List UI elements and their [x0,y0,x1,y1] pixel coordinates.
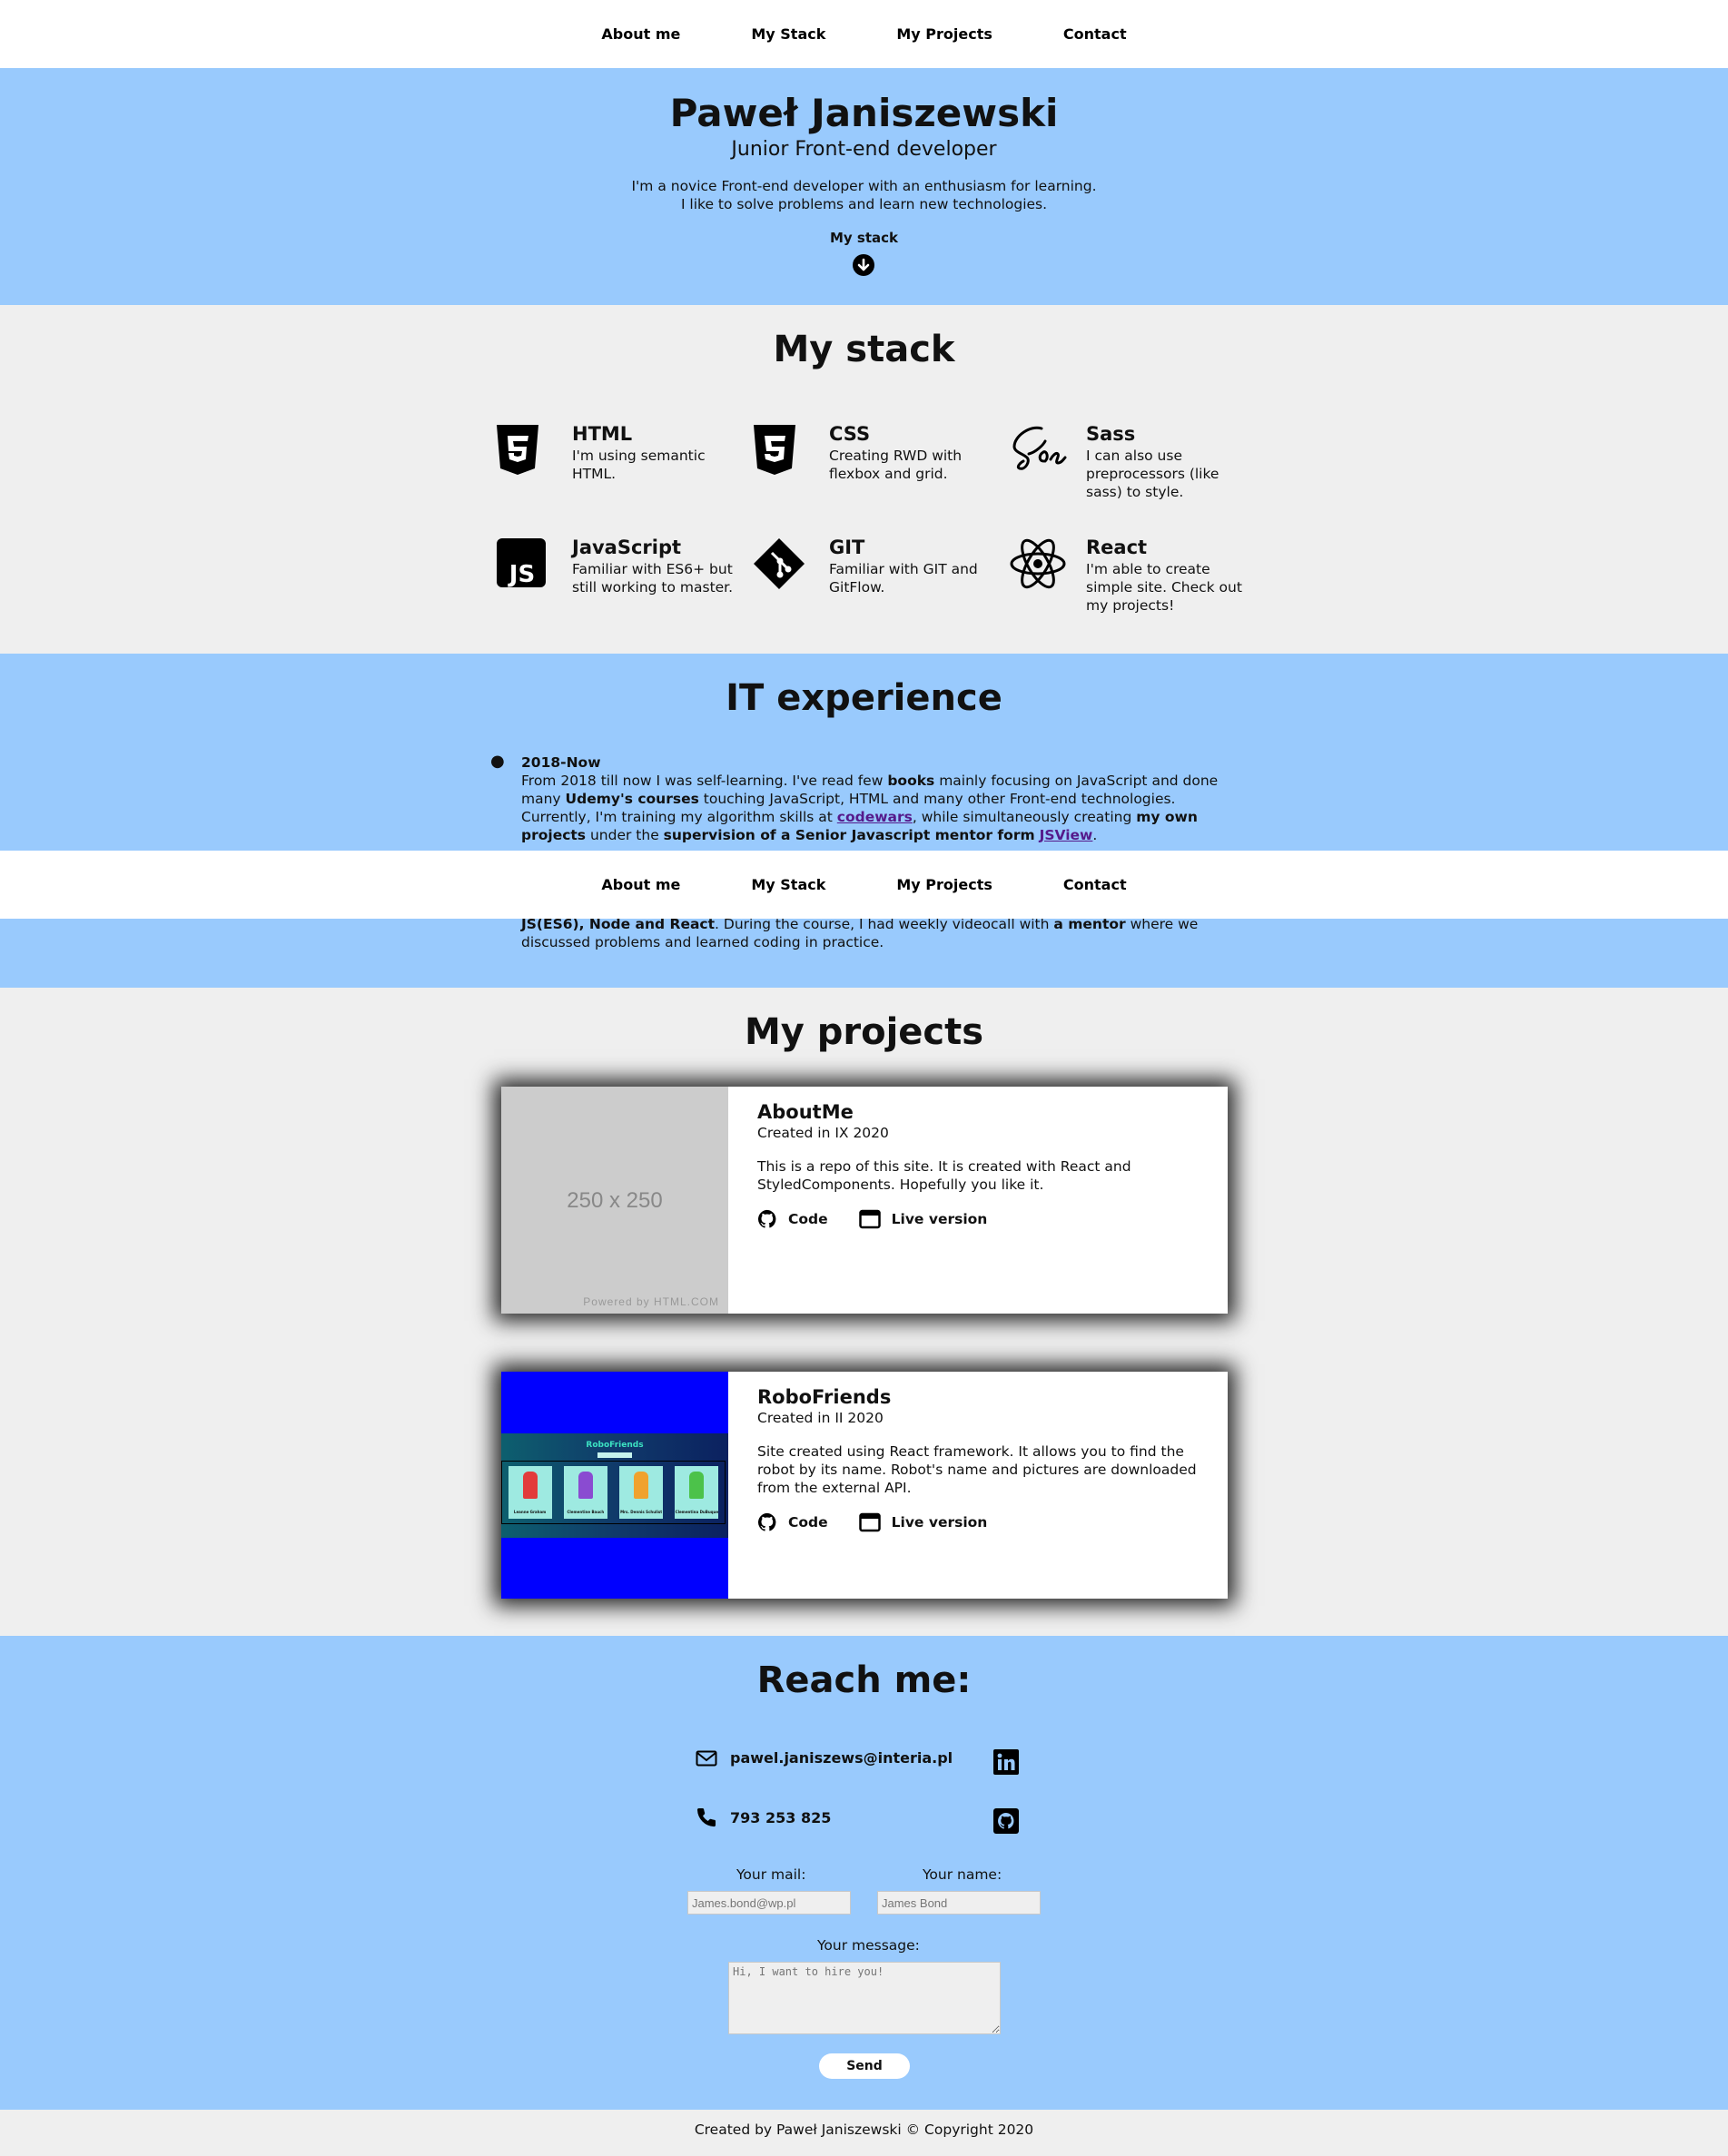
project-desc: This is a repo of this site. It is creat… [757,1158,1131,1193]
skill-name: GIT [829,537,865,558]
git-icon [752,537,808,593]
message-label: Your message: [817,1937,920,1954]
skill-name: React [1086,537,1148,558]
nav-my-stack[interactable]: My Stack [751,876,825,893]
footer-text: Created by Paweł Janiszewski © Copyright… [694,2122,1034,2138]
name-label: Your name: [923,1866,1002,1883]
js-icon: JS [495,537,551,593]
skill-desc: I'm using semantic HTML. [572,448,706,482]
github-icon[interactable] [757,1512,777,1532]
project-date: Created in II 2020 [757,1410,884,1426]
project-name: AboutMe [757,1101,854,1123]
project-links: Code Live version [757,1209,1018,1229]
preview-search-box [597,1452,632,1458]
codewars-link[interactable]: codewars [837,809,913,825]
robot-card: Mrs. Dennis Schulist [619,1466,664,1519]
nav-contact[interactable]: Contact [1063,25,1127,43]
robot-card: Clementina DuBuque [675,1466,719,1519]
react-icon [1009,537,1066,593]
skill-name: HTML [572,423,633,445]
experience-title: IT experience [726,677,1002,719]
name-input[interactable] [877,1891,1041,1915]
browser-window-icon[interactable] [858,1209,881,1229]
page-title: Paweł Janiszewski [669,91,1059,135]
mail-label: Your mail: [736,1866,806,1883]
contact-title: Reach me: [756,1659,972,1701]
robofriends-preview: RoboFriends Leanne Graham Clementine Bau… [501,1433,728,1538]
project-date: Created in IX 2020 [757,1125,889,1141]
email-address[interactable]: pawel.janiszews@interia.pl [730,1749,953,1767]
mail-input[interactable] [687,1891,851,1915]
project-thumbnail-placeholder: 250 x 250 Powered by HTML.COM [501,1087,728,1314]
projects-title: My projects [744,1011,984,1053]
preview-card-list: Leanne Graham Clementine Bauch Mrs. Denn… [501,1461,726,1524]
skill-desc: Familiar with ES6+ but still working to … [572,561,734,596]
intro-line-2: I like to solve problems and learn new t… [680,196,1048,212]
code-link[interactable]: Code [788,1514,828,1531]
skill-name: Sass [1086,423,1136,445]
nav-about-me[interactable]: About me [601,876,680,893]
project-card-robofriends: RoboFriends Leanne Graham Clementine Bau… [501,1372,1228,1599]
live-version-link[interactable]: Live version [892,1514,988,1531]
robot-card: Leanne Graham [508,1466,552,1519]
nav-contact[interactable]: Contact [1063,876,1127,893]
stack-title: My stack [773,329,955,370]
robot-card: Clementine Bauch [563,1466,607,1519]
message-textarea[interactable] [728,1962,1001,2034]
sticky-nav: About me My Stack My Projects Contact [0,851,1728,919]
intro-text: I'm a novice Front-end developer with an… [0,177,1728,213]
skill-desc: I'm able to create simple site. Check ou… [1086,561,1242,614]
experience-period: 2018-Now [521,754,601,771]
bullet-icon: ● [490,752,505,771]
jsview-link[interactable]: JSView [1040,827,1093,843]
svg-text:JS: JS [508,561,535,588]
nav-about-me[interactable]: About me [601,25,680,43]
arrow-down-circle-icon[interactable] [853,254,874,276]
linkedin-icon[interactable] [993,1749,1019,1778]
html5-icon [495,423,551,479]
sass-icon [1009,423,1067,479]
phone-row: 793 253 825 [696,1807,831,1828]
skill-desc: Creating RWD with flexbox and grid. [829,448,963,482]
email-row: pawel.janiszews@interia.pl [696,1749,953,1767]
project-screenshot: RoboFriends Leanne Graham Clementine Bau… [501,1372,728,1599]
github-square-icon[interactable] [993,1808,1019,1837]
phone-number: 793 253 825 [730,1808,832,1826]
skill-desc: Familiar with GIT and GitFlow. [829,561,978,596]
my-stack-link[interactable]: My stack [0,230,1728,246]
phone-icon [696,1808,716,1827]
live-version-link[interactable]: Live version [892,1211,988,1227]
skill-name: JavaScript [572,537,682,558]
contact-section [0,1636,1728,2110]
nav-my-projects[interactable]: My Projects [896,876,992,893]
envelope-icon [696,1750,717,1766]
nav-my-stack[interactable]: My Stack [751,25,825,43]
project-card-aboutme: 250 x 250 Powered by HTML.COM AboutMe Cr… [501,1087,1228,1314]
nav-my-projects[interactable]: My Projects [896,25,992,43]
browser-window-icon[interactable] [858,1512,881,1532]
send-button[interactable]: Send [819,2053,910,2079]
intro-line-1: I'm a novice Front-end developer with an… [631,178,1097,194]
css3-icon [752,423,808,479]
project-links: Code Live version [757,1512,1018,1532]
placeholder-credit: Powered by HTML.COM [583,1295,719,1308]
placeholder-size-text: 250 x 250 [567,1188,663,1213]
project-desc: Site created using React framework. It a… [757,1443,1197,1496]
experience-text: From 2018 till now I was self-learning. … [521,773,1219,843]
experience-item: ● 2018-Now From 2018 till now I was self… [490,753,1220,844]
job-role: Junior Front-end developer [731,138,997,161]
project-name: RoboFriends [757,1386,892,1408]
preview-title: RoboFriends [586,1441,644,1450]
skill-desc: I can also use preprocessors (like sass)… [1086,448,1219,500]
experience-text-cont: JS(ES6), Node and React. During the cour… [521,916,1199,950]
skill-name: CSS [829,423,871,445]
github-icon[interactable] [757,1209,777,1229]
top-nav: About me My Stack My Projects Contact [0,0,1728,68]
code-link[interactable]: Code [788,1211,828,1227]
